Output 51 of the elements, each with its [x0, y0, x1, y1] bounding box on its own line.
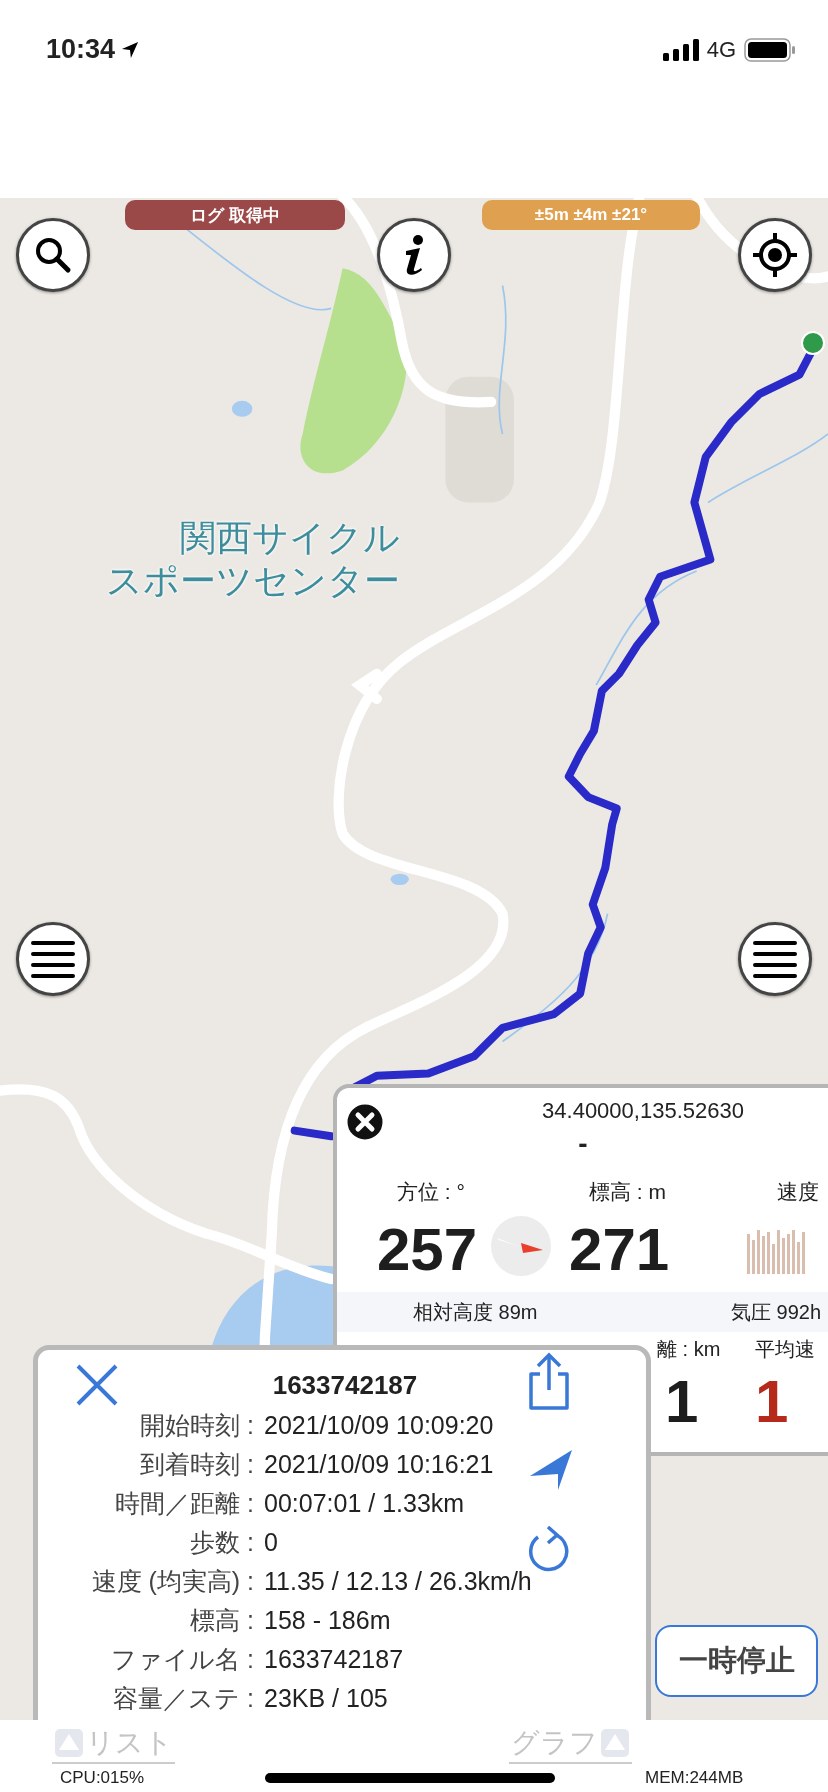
signal-icon — [662, 38, 699, 61]
menu-icon — [752, 939, 798, 979]
metric-label: 標高 : m — [589, 1179, 666, 1205]
status-badge: ログ 取得中 — [125, 200, 345, 230]
detail-label: ファイル名 : — [110, 1644, 254, 1675]
coordinates-text: 34.40000,135.52630 — [541, 1097, 745, 1124]
detail-label: 標高 : — [189, 1605, 254, 1636]
detail-label: 到着時刻 : — [139, 1449, 254, 1480]
stat-value: 1 — [755, 1370, 789, 1434]
altitude-value: 271 — [569, 1218, 670, 1282]
detail-label: 歩数 : — [189, 1527, 254, 1558]
status-badge: ±5m ±4m ±21° — [482, 200, 700, 230]
detail-value: 0 — [264, 1528, 278, 1557]
status-time: 10:34 — [46, 34, 116, 65]
detail-value: 1633742187 — [264, 1645, 404, 1674]
cpu-usage: CPU:015% — [60, 1768, 146, 1788]
detail-value: 2021/10/09 10:16:21 — [264, 1450, 494, 1479]
speed-bars-drawing — [747, 1228, 808, 1274]
menu-icon — [30, 939, 76, 979]
metric-label: 速度 — [777, 1179, 819, 1205]
detail-value: 23KB / 105 — [264, 1684, 388, 1713]
pressure-text: 気圧 992h — [731, 1299, 823, 1325]
crosshair-icon — [751, 231, 799, 279]
detail-label: 容量／ステ : — [112, 1683, 254, 1714]
navigation-arrow-button[interactable] — [528, 1448, 574, 1490]
metric-label: 方位 : ° — [397, 1179, 465, 1205]
detail-label: 時間／距離 : — [114, 1488, 254, 1519]
detail-value: 00:07:01 / 1.33km — [264, 1489, 465, 1518]
list-tab[interactable]: リスト — [52, 1724, 175, 1764]
heading-value: 257 — [377, 1218, 478, 1282]
stat-label: 離 : km — [657, 1337, 721, 1362]
detail-label: 速度 (均実高) : — [90, 1566, 254, 1597]
compass-icon — [491, 1216, 552, 1276]
memory-usage: MEM:244MB — [645, 1768, 744, 1788]
battery-icon — [744, 37, 796, 62]
network-type: 4G — [706, 36, 736, 63]
detail-value: 158 - 186m — [264, 1606, 391, 1635]
detail-value: 11.35 / 12.13 / 26.3km/h — [264, 1567, 532, 1596]
track-title: 1633742187 — [271, 1370, 419, 1402]
detail-label: 開始時刻 : — [139, 1410, 254, 1441]
pause-button[interactable]: 一時停止 — [655, 1625, 818, 1697]
search-icon — [33, 235, 73, 275]
share-button[interactable] — [526, 1352, 572, 1412]
detail-value: 2021/10/09 10:09:20 — [264, 1411, 494, 1440]
stat-value: 1 — [665, 1370, 699, 1434]
stat-label: 平均速 — [755, 1337, 815, 1362]
relative-altitude-text: 相対高度 89m — [413, 1299, 538, 1325]
map-place-label: 関西サイクル スポーツセンター — [105, 516, 400, 602]
graph-tab[interactable]: グラフ — [509, 1724, 632, 1764]
location-arrow-icon — [121, 40, 140, 59]
address-text: - — [577, 1128, 589, 1161]
